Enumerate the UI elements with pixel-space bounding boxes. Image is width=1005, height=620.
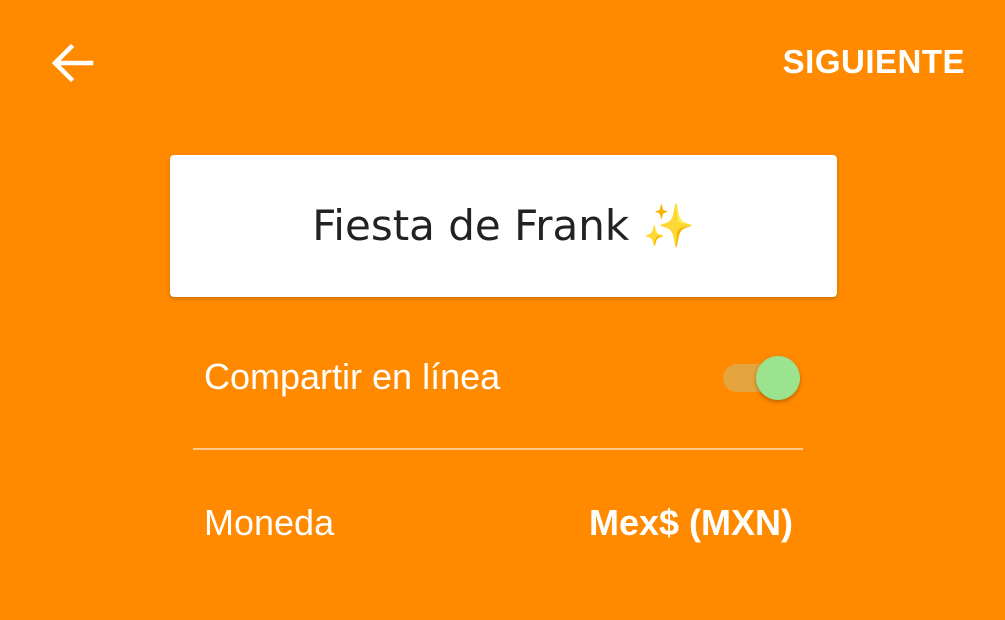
toggle-thumb	[756, 356, 800, 400]
event-name-card	[170, 155, 837, 297]
currency-row[interactable]: Moneda Mex$ (MXN)	[193, 488, 803, 558]
arrow-left-icon	[51, 41, 95, 85]
currency-value[interactable]: Mex$ (MXN)	[589, 502, 803, 544]
share-online-row[interactable]: Compartir en línea	[193, 342, 803, 412]
share-online-toggle[interactable]	[711, 347, 801, 407]
currency-label: Moneda	[204, 502, 335, 543]
share-online-label: Compartir en línea	[204, 356, 501, 397]
next-button[interactable]: SIGUIENTE	[783, 40, 965, 84]
event-name-input[interactable]	[203, 201, 804, 251]
divider	[193, 448, 803, 450]
back-button[interactable]	[44, 34, 102, 92]
top-bar: SIGUIENTE	[0, 0, 1005, 125]
